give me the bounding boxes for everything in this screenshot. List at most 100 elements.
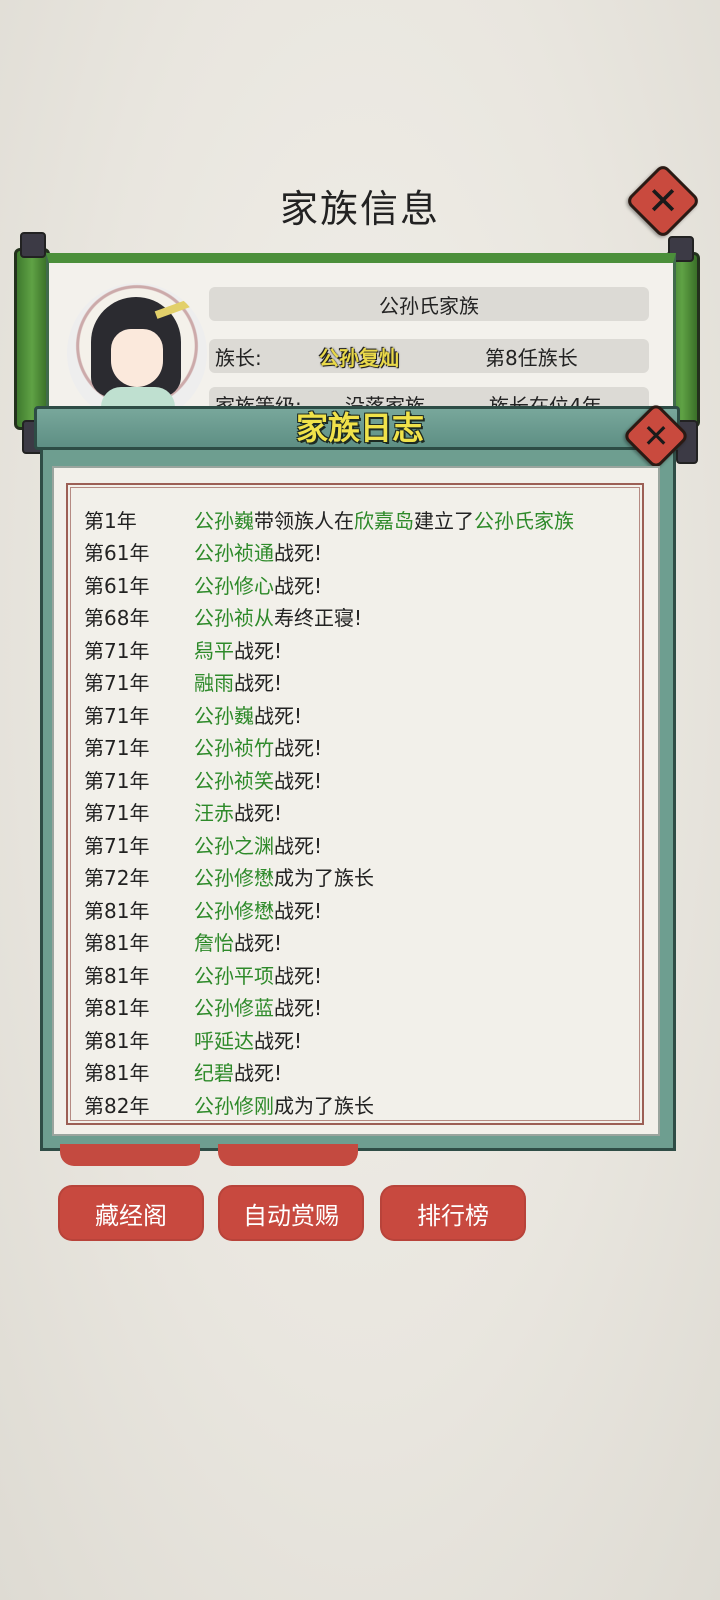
- log-entry-year: 第61年: [84, 541, 150, 566]
- log-entry: 第81年 詹怡战死!: [84, 926, 642, 959]
- log-entry-plain: 成为了族长: [274, 866, 374, 891]
- log-entry-year: 第72年: [84, 866, 150, 891]
- log-entry-plain: 战死!: [234, 1061, 283, 1086]
- log-entry-year: 第81年: [84, 1061, 150, 1086]
- log-entry-text: 公孙修懋成为了族长: [194, 862, 374, 891]
- log-entry-plain: 战死!: [274, 833, 323, 858]
- log-entry: 第61年 公孙修心战死!: [84, 568, 642, 601]
- log-entry-highlight: 公孙修懋: [194, 898, 274, 923]
- close-icon: ✕: [642, 417, 670, 455]
- log-entry: 第68年 公孙祯从寿终正寝!: [84, 601, 642, 634]
- log-entry-highlight: 公孙修刚: [194, 1093, 274, 1118]
- page-title: 家族信息: [279, 187, 440, 231]
- log-entry-text: 公孙平项战死!: [194, 960, 322, 989]
- auto-reward-button[interactable]: 自动赏赐: [218, 1185, 364, 1241]
- log-entry-plain: 战死!: [274, 898, 323, 923]
- log-entry-plain: 建立了: [414, 508, 474, 533]
- library-button-label: 藏经阁: [95, 1201, 167, 1230]
- log-entry-text: 公孙祯通战死!: [194, 537, 322, 566]
- leader-avatar: [67, 283, 207, 410]
- library-button[interactable]: 藏经阁: [58, 1185, 204, 1241]
- log-entry-highlight: 公孙巍: [194, 508, 254, 533]
- log-entry: 第71年 舄平战死!: [84, 633, 642, 666]
- log-entry-highlight: 纪碧: [194, 1061, 234, 1086]
- log-entry-highlight: 欣嘉岛: [354, 508, 414, 533]
- log-entry: 第81年 呼延达战死!: [84, 1023, 642, 1056]
- leader-row: 族长: 公孙复灿 第8任族长: [209, 339, 649, 373]
- leader-name[interactable]: 公孙复灿: [319, 342, 399, 371]
- log-entry-year: 第68年: [84, 606, 150, 631]
- log-entry-highlight: 公孙祯笑: [194, 768, 274, 793]
- log-entry-highlight: 公孙祯竹: [194, 736, 274, 761]
- log-entry-highlight: 公孙修蓝: [194, 996, 274, 1021]
- log-entry: 第71年 融雨战死!: [84, 666, 642, 699]
- log-entry-plain: 战死!: [254, 703, 303, 728]
- log-entry-plain: 战死!: [274, 996, 323, 1021]
- log-entry-text: 公孙祯笑战死!: [194, 765, 322, 794]
- log-entry-text: 汪赤战死!: [194, 797, 282, 826]
- log-list: 第1年 公孙巍带领族人在欣嘉岛建立了公孙氏家族 第61年 公孙祯通战死! 第61年 公孙修…: [84, 503, 642, 1121]
- log-entry-highlight: 公孙氏家族: [474, 508, 574, 533]
- log-entry-text: 融雨战死!: [194, 667, 282, 696]
- log-entry-text: 公孙修蓝战死!: [194, 992, 322, 1021]
- log-entry-highlight: 公孙平项: [194, 963, 274, 988]
- scroll-rod-left: [14, 248, 50, 430]
- log-entry: 第72年 公孙修懋成为了族长: [84, 861, 642, 894]
- log-entry-year: 第81年: [84, 963, 150, 988]
- log-entry-highlight: 公孙祯从: [194, 606, 274, 631]
- log-entry-plain: 战死!: [274, 768, 323, 793]
- hidden-tab-middle: [218, 1144, 358, 1166]
- log-entry-plain: 战死!: [274, 736, 323, 761]
- log-entry-text: 呼延达战死!: [194, 1025, 302, 1054]
- log-entry-text: 公孙修心战死!: [194, 570, 322, 599]
- log-entry-year: 第81年: [84, 1028, 150, 1053]
- family-info-panel: 公孙氏家族 族长: 公孙复灿 第8任族长 家族等级: 没落家族 族长在位4年: [46, 253, 676, 413]
- log-entry-highlight: 公孙修懋: [194, 866, 274, 891]
- log-list-container[interactable]: 第1年 公孙巍带领族人在欣嘉岛建立了公孙氏家族 第61年 公孙祯通战死! 第61年 公孙修…: [66, 483, 644, 1125]
- log-entry-highlight: 公孙祯通: [194, 541, 274, 566]
- log-entry: 第81年 公孙修懋战死!: [84, 893, 642, 926]
- log-entry-text: 舄平战死!: [194, 635, 282, 664]
- log-entry-year: 第71年: [84, 833, 150, 858]
- log-entry: 第71年 公孙巍战死!: [84, 698, 642, 731]
- log-entry-highlight: 公孙之渊: [194, 833, 274, 858]
- leader-term: 第8任族长: [485, 345, 578, 370]
- ranking-button-label: 排行榜: [417, 1201, 489, 1230]
- log-entry-year: 第71年: [84, 801, 150, 826]
- log-entry-year: 第81年: [84, 996, 150, 1021]
- log-entry: 第71年 汪赤战死!: [84, 796, 642, 829]
- log-entry: 第82年 公孙修刚成为了族长: [84, 1088, 642, 1121]
- log-entry-plain: 战死!: [234, 638, 283, 663]
- hidden-tab-left: [60, 1144, 200, 1166]
- log-entry: 第71年 公孙祯竹战死!: [84, 731, 642, 764]
- log-entry-highlight: 詹怡: [194, 931, 234, 956]
- log-entry-highlight: 公孙巍: [194, 703, 254, 728]
- log-entry-plain: 战死!: [254, 1028, 303, 1053]
- log-entry-text: 公孙祯从寿终正寝!: [194, 602, 362, 631]
- log-entry: 第1年 公孙巍带领族人在欣嘉岛建立了公孙氏家族: [84, 503, 642, 536]
- log-entry-year: 第71年: [84, 638, 150, 663]
- log-entry-plain: 成为了族长: [274, 1093, 374, 1118]
- log-entry-highlight: 汪赤: [194, 801, 234, 826]
- log-entry-text: 公孙巍战死!: [194, 700, 302, 729]
- log-entry-plain: 寿终正寝!: [274, 606, 363, 631]
- log-title: 家族日志: [295, 409, 424, 447]
- log-entry-year: 第82年: [84, 1093, 150, 1118]
- leader-label: 族长:: [215, 345, 262, 370]
- log-entry-text: 公孙祯竹战死!: [194, 732, 322, 761]
- log-entry-plain: 战死!: [234, 671, 283, 696]
- log-entry: 第81年 纪碧战死!: [84, 1056, 642, 1089]
- log-entry-plain: 战死!: [274, 573, 323, 598]
- log-entry: 第81年 公孙平项战死!: [84, 958, 642, 991]
- family-name-row: 公孙氏家族: [209, 287, 649, 321]
- log-entry-highlight: 融雨: [194, 671, 234, 696]
- log-entry-text: 纪碧战死!: [194, 1057, 282, 1086]
- log-entry-text: 公孙修刚成为了族长: [194, 1090, 374, 1119]
- log-entry-plain: 战死!: [274, 963, 323, 988]
- ranking-button[interactable]: 排行榜: [380, 1185, 526, 1241]
- log-entry: 第81年 公孙修蓝战死!: [84, 991, 642, 1024]
- family-name: 公孙氏家族: [379, 293, 479, 318]
- scroll-rod-cap: [20, 232, 46, 258]
- log-entry-text: 公孙巍带领族人在欣嘉岛建立了公孙氏家族: [194, 505, 574, 534]
- log-entry-highlight: 呼延达: [194, 1028, 254, 1053]
